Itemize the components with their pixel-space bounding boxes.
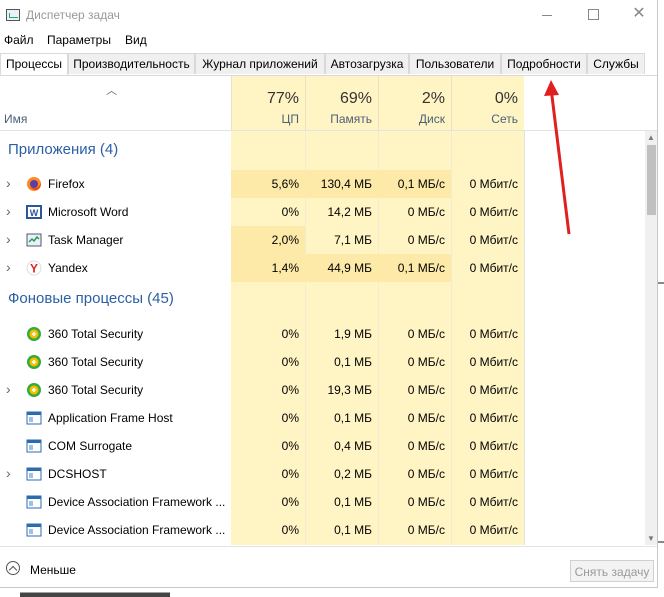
annotation-arrow-shaft — [549, 87, 571, 235]
annotation-arrow — [544, 80, 571, 235]
annotation-arrow-head — [544, 80, 559, 96]
